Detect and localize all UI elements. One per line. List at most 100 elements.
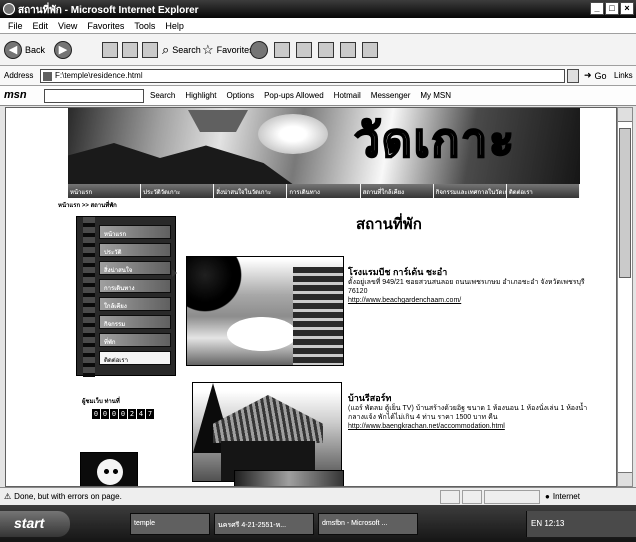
nav-history[interactable]: ประวัติวัดเกาะ	[141, 184, 215, 198]
page-viewport: วัดเกาะ หน้าแรก ประวัติวัดเกาะ สิ่งน่าสน…	[5, 107, 617, 487]
nav-attractions[interactable]: สิ่งน่าสนใจในวัดเกาะ	[214, 184, 288, 198]
counter-digit: 0	[119, 409, 127, 419]
close-button[interactable]: ×	[620, 2, 634, 15]
left-menu-item[interactable]: ที่พัก	[99, 333, 171, 347]
msn-hotmail-button[interactable]: Hotmail	[334, 91, 361, 100]
counter-label: ผู้ชมเว็บ ท่านที่	[82, 399, 120, 405]
counter-digit: 2	[128, 409, 136, 419]
scroll-thumb[interactable]	[619, 128, 631, 278]
counter-digit: 0	[92, 409, 100, 419]
left-menu-item[interactable]: กิจกรรม	[99, 315, 171, 329]
menu-favorites[interactable]: Favorites	[87, 21, 124, 33]
window-title: สถานที่พัก - Microsoft Internet Explorer	[18, 5, 199, 16]
address-dropdown-button[interactable]	[567, 69, 579, 83]
back-button[interactable]: ◀ Back	[4, 40, 45, 60]
vertical-scrollbar[interactable]	[617, 107, 633, 487]
scroll-down-button[interactable]	[618, 472, 632, 486]
left-menu-item[interactable]: หน้าแรก	[99, 225, 171, 239]
msn-highlight-button[interactable]: Highlight	[185, 91, 216, 100]
star-icon: ☆	[202, 42, 214, 57]
msn-mymsn-button[interactable]: My MSN	[420, 91, 451, 100]
left-menu-item[interactable]: การเดินทาง	[99, 279, 171, 293]
photo-roof	[213, 395, 323, 443]
place-link[interactable]: http://www.baengkrachan.net/accommodatio…	[348, 423, 505, 430]
favorites-button[interactable]: ☆ Favorites	[202, 40, 254, 60]
go-button[interactable]: ➜ Go	[584, 70, 607, 81]
menu-stripe	[83, 217, 95, 377]
home-button[interactable]	[142, 42, 158, 58]
taskbar-item[interactable]: dmsfbn - Microsoft ...	[318, 513, 418, 535]
menu-arrow-icon	[172, 269, 177, 277]
stop-button[interactable]	[102, 42, 118, 58]
taskbar-item[interactable]: temple	[130, 513, 210, 535]
menu-edit[interactable]: Edit	[33, 21, 49, 33]
favorites-label: Favorites	[216, 45, 254, 55]
start-label: start	[14, 515, 45, 531]
internet-zone-icon: ●	[545, 492, 550, 501]
maximize-button[interactable]: □	[605, 2, 619, 15]
left-menu-item[interactable]: สิ่งน่าสนใจ	[99, 261, 171, 275]
mascot-head	[97, 459, 123, 485]
nav-nearby[interactable]: สถานที่ใกล้เคียง	[360, 184, 434, 198]
left-menu-item[interactable]: ประวัติ	[99, 243, 171, 257]
menu-help[interactable]: Help	[165, 21, 184, 33]
taskbar: start temple นครศรี 4-21-2551-ห... dmsfb…	[0, 505, 636, 542]
photo-tree	[187, 257, 247, 317]
nav-home[interactable]: หน้าแรก	[68, 184, 142, 198]
scroll-up-button[interactable]	[618, 108, 632, 122]
mascot-eye	[104, 469, 109, 474]
left-menu-item[interactable]: ติดต่อเรา	[99, 351, 171, 365]
address-label: Address	[4, 71, 34, 80]
msn-popups-button[interactable]: Pop-ups Allowed	[264, 91, 324, 100]
place-info: บ้านรีสอร์ท (แอร์ พัดลม ตู้เย็น TV) บ้าน…	[348, 394, 598, 431]
mail-button[interactable]	[274, 42, 290, 58]
msn-messenger-button[interactable]: Messenger	[371, 91, 411, 100]
nav-travel[interactable]: การเดินทาง	[287, 184, 361, 198]
nav-events[interactable]: กิจกรรมและเทศกาลในวัดเกาะ	[433, 184, 507, 198]
photo-building	[293, 267, 343, 365]
visitor-counter: ผู้ชมเว็บ ท่านที่ 0 0 0 0 2 4 7	[82, 396, 174, 426]
tray-clock: EN 12:13	[531, 519, 565, 528]
nav-contact[interactable]: ติดต่อเรา	[506, 184, 580, 198]
mascot-eye	[113, 469, 118, 474]
search-button[interactable]: ⌕ Search	[162, 40, 201, 60]
mascot-image	[80, 452, 138, 486]
back-arrow-icon: ◀	[4, 41, 22, 59]
msn-search-button[interactable]: Search	[150, 91, 175, 100]
forward-button[interactable]: ▶	[54, 41, 72, 59]
minimize-button[interactable]: _	[590, 2, 604, 15]
address-input[interactable]: F:\temple\residence.html	[40, 69, 565, 83]
left-menu-item[interactable]: ใกล้เคียง	[99, 297, 171, 311]
media-button[interactable]	[250, 41, 268, 59]
place-details: ตั้งอยู่เลขที่ 949/21 ซอยสวนสนลอย ถนนเพช…	[348, 279, 585, 295]
messenger-button[interactable]	[362, 42, 378, 58]
place-link[interactable]: http://www.beachgardenchaam.com/	[348, 297, 461, 304]
ie-window: สถานที่พัก - Microsoft Internet Explorer…	[0, 0, 636, 542]
page-icon	[43, 72, 52, 81]
msn-options-button[interactable]: Options	[227, 91, 255, 100]
start-button[interactable]: start	[0, 511, 70, 537]
system-tray: EN 12:13	[526, 511, 636, 537]
discuss-button[interactable]	[340, 42, 356, 58]
address-bar: Address F:\temple\residence.html ➜ Go Li…	[0, 66, 636, 86]
address-url: F:\temple\residence.html	[55, 71, 143, 80]
site-nav: หน้าแรก ประวัติวัดเกาะ สิ่งน่าสนใจในวัดเ…	[68, 184, 580, 198]
counter-digit: 7	[146, 409, 154, 419]
refresh-button[interactable]	[122, 42, 138, 58]
print-button[interactable]	[296, 42, 312, 58]
menu-tools[interactable]: Tools	[134, 21, 155, 33]
counter-digit: 0	[101, 409, 109, 419]
place-name: โรงแรมบีช การ์เด้น ชะอำ	[348, 267, 448, 277]
taskbar-item[interactable]: นครศรี 4-21-2551-ห...	[214, 513, 314, 535]
edit-button[interactable]	[318, 42, 334, 58]
banner-boat	[188, 110, 248, 132]
msn-toolbar: msn Search Highlight Options Pop-ups All…	[0, 86, 636, 106]
msn-search-input[interactable]	[44, 89, 144, 103]
links-button[interactable]: Links	[614, 71, 633, 80]
zone-label: Internet	[552, 492, 580, 501]
menu-file[interactable]: File	[8, 21, 23, 33]
menu-view[interactable]: View	[58, 21, 77, 33]
warning-icon[interactable]: ⚠	[4, 492, 11, 501]
title-bar: สถานที่พัก - Microsoft Internet Explorer…	[0, 0, 636, 18]
counter-digit: 0	[110, 409, 118, 419]
